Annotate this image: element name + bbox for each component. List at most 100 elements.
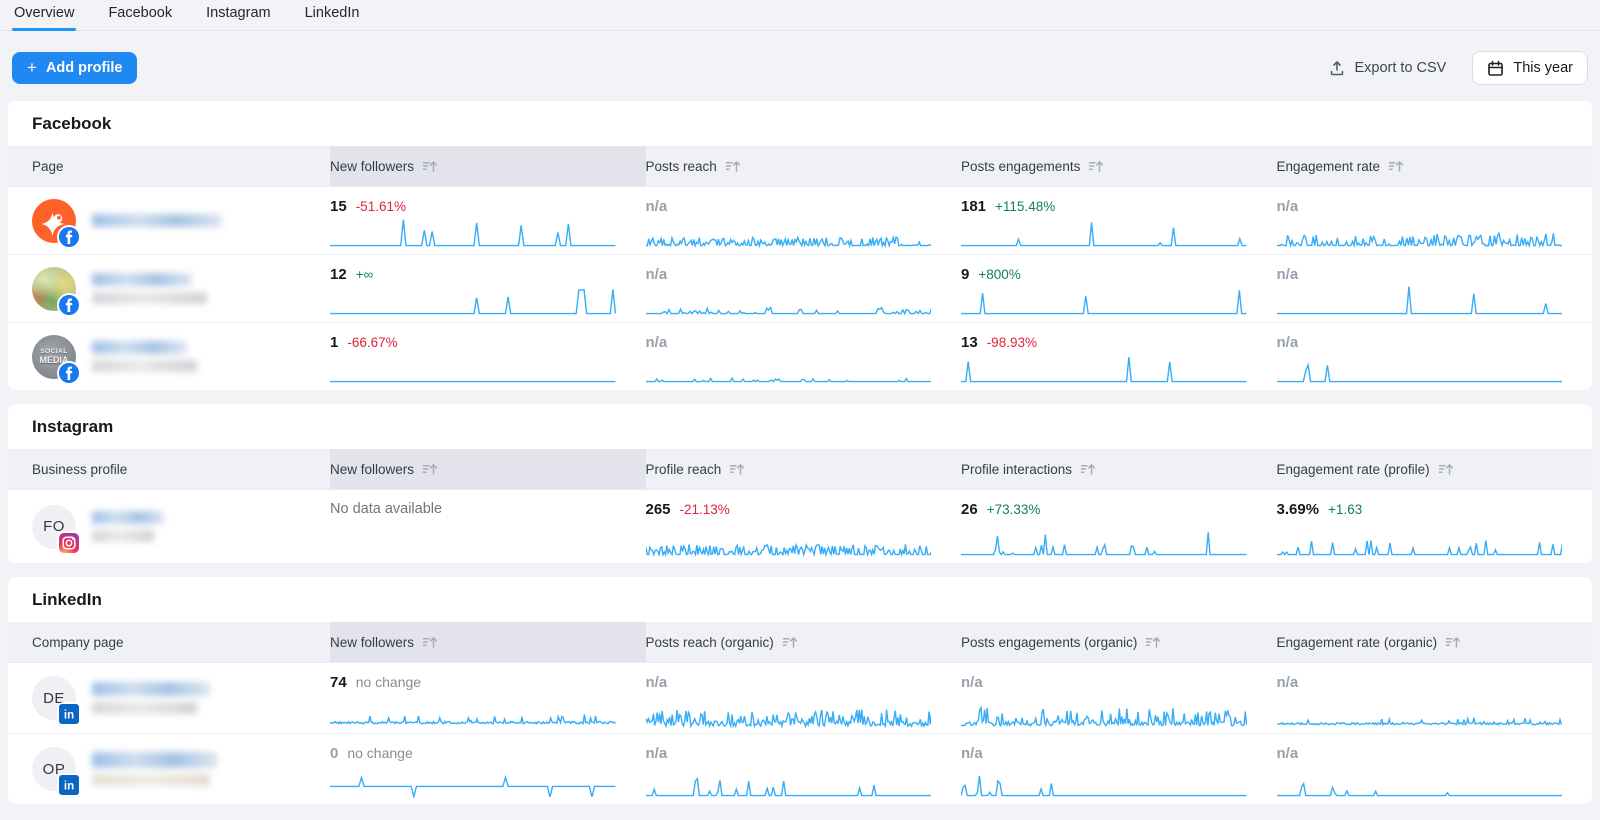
tab-overview[interactable]: Overview — [12, 5, 76, 30]
redacted-text-bar — [92, 530, 154, 542]
tab-instagram[interactable]: Instagram — [204, 5, 272, 30]
sparkline-chart — [330, 351, 616, 385]
profile-name-redacted — [92, 214, 222, 227]
metric-value: 26 — [961, 501, 978, 518]
table-header: Business profile New followersProfile rea… — [8, 449, 1592, 489]
plus-icon: + — [27, 59, 37, 76]
metric-value: 265 — [646, 501, 671, 518]
column-header-engagement-rate[interactable]: Engagement rate — [1277, 146, 1593, 186]
metric-cell: 15-51.61% — [330, 187, 646, 254]
metric-value: n/a — [1277, 745, 1299, 762]
date-range-button[interactable]: This year — [1472, 51, 1588, 85]
toolbar-right: Export to CSV This year — [1329, 51, 1588, 85]
metric-cell: No data available — [330, 490, 646, 563]
table-row: FONo data available265-21.13%26+73.33%3.… — [8, 489, 1592, 563]
sort-icon — [729, 463, 745, 476]
metric-cell: n/a — [646, 734, 962, 804]
sparkline-chart — [961, 215, 1247, 249]
column-header-label: Engagement rate — [1277, 159, 1381, 174]
metric-cell: 13-98.93% — [961, 323, 1277, 390]
column-header-posts-reach[interactable]: Posts reach — [646, 146, 962, 186]
svg-text:in: in — [64, 781, 74, 793]
metric-value-line: 74no change — [330, 674, 616, 691]
sparkline-chart — [961, 524, 1247, 558]
profile-avatar: FO — [32, 505, 76, 549]
sort-icon — [1388, 160, 1404, 173]
metric-value-line: 12+∞ — [330, 266, 616, 283]
export-csv-button[interactable]: Export to CSV — [1329, 60, 1446, 76]
metric-value: 181 — [961, 198, 986, 215]
redacted-text-bar — [92, 511, 164, 524]
toolbar: + Add profile Export to CSV This year — [12, 51, 1588, 85]
metric-value-line: 15-51.61% — [330, 198, 616, 215]
metric-cell: n/a — [646, 187, 962, 254]
metric-value: 1 — [330, 334, 338, 351]
metric-cell: 74no change — [330, 663, 646, 733]
column-header-label: Posts reach (organic) — [646, 635, 774, 650]
column-header-profile-reach[interactable]: Profile reach — [646, 449, 962, 489]
linkedin-badge-icon: in — [59, 775, 79, 795]
metric-value-line: n/a — [1277, 266, 1563, 283]
column-header-new-followers[interactable]: New followers — [330, 449, 646, 489]
section-linkedin: LinkedInCompany pageNew followersPosts r… — [8, 577, 1592, 804]
metric-value-line: 3.69%+1.63 — [1277, 501, 1563, 518]
column-header-posts-reach-organic[interactable]: Posts reach (organic) — [646, 622, 962, 662]
profile-avatar: DEin — [32, 676, 76, 720]
metric-cell: n/a — [1277, 663, 1593, 733]
metric-cell: 1-66.67% — [330, 323, 646, 390]
column-header-profile-interactions[interactable]: Profile interactions — [961, 449, 1277, 489]
column-header-posts-engagements[interactable]: Posts engagements — [961, 146, 1277, 186]
section-title: Instagram — [8, 404, 1592, 449]
column-header-new-followers[interactable]: New followers — [330, 146, 646, 186]
sparkline-chart — [646, 351, 932, 385]
linkedin-badge-icon: in — [59, 704, 79, 724]
metric-value-line: n/a — [1277, 674, 1563, 691]
column-header-engagement-rate-profile[interactable]: Engagement rate (profile) — [1277, 449, 1593, 489]
facebook-badge-icon — [59, 363, 79, 383]
tab-bar: Overview Facebook Instagram LinkedIn — [0, 0, 1600, 31]
sort-icon — [422, 160, 438, 173]
sparkline-chart — [330, 694, 616, 728]
metric-value-line: 1-66.67% — [330, 334, 616, 351]
table-header: PageNew followersPosts reachPosts engage… — [8, 146, 1592, 186]
sparkline-chart — [1277, 283, 1563, 317]
metric-value-line: 9+800% — [961, 266, 1247, 283]
column-header-new-followers[interactable]: New followers — [330, 622, 646, 662]
tab-linkedin[interactable]: LinkedIn — [303, 5, 362, 30]
date-range-label: This year — [1513, 60, 1573, 76]
metric-value: n/a — [646, 198, 668, 215]
redacted-text-bar — [92, 360, 197, 372]
profile-avatar: SOCIALMEDIA — [32, 335, 76, 379]
column-header-label: Posts reach — [646, 159, 717, 174]
sparkline-chart — [1277, 524, 1563, 558]
metric-value: n/a — [1277, 198, 1299, 215]
sparkline-chart — [646, 283, 932, 317]
metric-value: n/a — [646, 745, 668, 762]
sections-container: FacebookPageNew followersPosts reachPost… — [0, 101, 1600, 804]
metric-cell: n/a — [646, 663, 962, 733]
column-header-label: Posts engagements (organic) — [961, 635, 1137, 650]
metric-change: +115.48% — [995, 199, 1055, 214]
metric-value-line: n/a — [1277, 334, 1563, 351]
metric-cell: 3.69%+1.63 — [1277, 490, 1593, 563]
column-header-label: Engagement rate (profile) — [1277, 462, 1430, 477]
sort-icon — [1145, 636, 1161, 649]
metric-change: +73.33% — [987, 502, 1041, 517]
export-icon — [1329, 60, 1345, 76]
column-header-label: Profile reach — [646, 462, 722, 477]
sparkline-chart — [1277, 351, 1563, 385]
profile-cell — [8, 187, 330, 254]
metric-cell: 26 +73.33% — [961, 490, 1277, 563]
column-header-engagement-rate-organic[interactable]: Engagement rate (organic) — [1277, 622, 1593, 662]
metric-cell: n/a — [961, 663, 1277, 733]
add-profile-button[interactable]: + Add profile — [12, 52, 137, 84]
metric-value: 12 — [330, 266, 347, 283]
metric-value-line: 26 +73.33% — [961, 501, 1247, 518]
metric-cell: 9+800% — [961, 255, 1277, 322]
metric-value: n/a — [646, 674, 668, 691]
tab-facebook[interactable]: Facebook — [106, 5, 174, 30]
column-header-label: Business profile — [32, 462, 127, 477]
redacted-text-bar — [92, 752, 217, 768]
section-facebook: FacebookPageNew followersPosts reachPost… — [8, 101, 1592, 390]
column-header-posts-engagements-organic[interactable]: Posts engagements (organic) — [961, 622, 1277, 662]
